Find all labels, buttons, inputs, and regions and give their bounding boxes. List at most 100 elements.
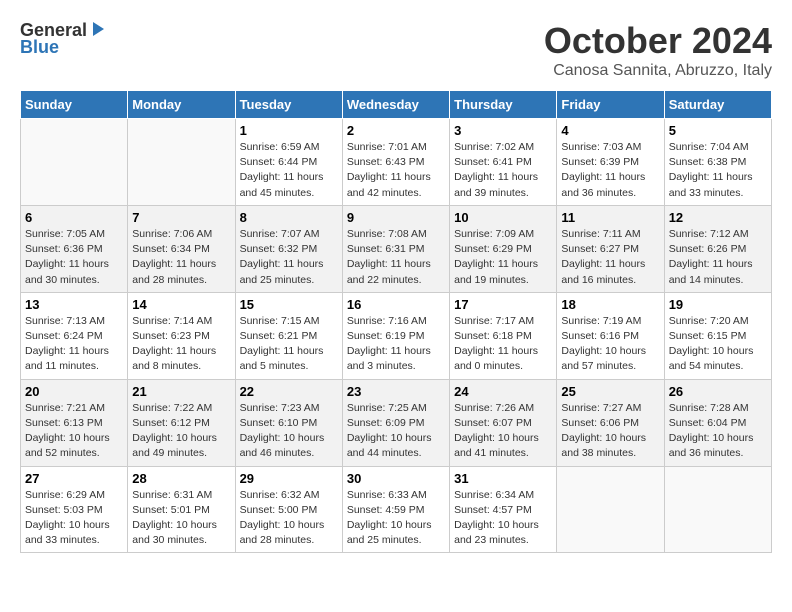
calendar-cell — [664, 466, 771, 553]
weekday-header-friday: Friday — [557, 91, 664, 119]
calendar-cell: 15 Sunrise: 7:15 AMSunset: 6:21 PMDayligh… — [235, 292, 342, 379]
day-number: 11 — [561, 210, 659, 225]
day-info: Sunrise: 7:03 AMSunset: 6:39 PMDaylight:… — [561, 140, 659, 201]
day-info: Sunrise: 7:19 AMSunset: 6:16 PMDaylight:… — [561, 314, 659, 375]
day-number: 10 — [454, 210, 552, 225]
calendar-cell: 24 Sunrise: 7:26 AMSunset: 6:07 PMDayligh… — [450, 379, 557, 466]
calendar-cell: 7 Sunrise: 7:06 AMSunset: 6:34 PMDaylight… — [128, 205, 235, 292]
day-info: Sunrise: 7:20 AMSunset: 6:15 PMDaylight:… — [669, 314, 767, 375]
calendar-cell: 10 Sunrise: 7:09 AMSunset: 6:29 PMDayligh… — [450, 205, 557, 292]
day-number: 5 — [669, 123, 767, 138]
calendar-cell: 31 Sunrise: 6:34 AMSunset: 4:57 PMDayligh… — [450, 466, 557, 553]
calendar-week-row: 1Sunrise: 6:59 AMSunset: 6:44 PMDaylight… — [21, 119, 772, 206]
day-info: Sunrise: 7:14 AMSunset: 6:23 PMDaylight:… — [132, 314, 230, 375]
day-number: 17 — [454, 297, 552, 312]
day-info: Sunrise: 6:32 AMSunset: 5:00 PMDaylight:… — [240, 488, 338, 549]
day-info: Sunrise: 7:04 AMSunset: 6:38 PMDaylight:… — [669, 140, 767, 201]
calendar-cell: 14 Sunrise: 7:14 AMSunset: 6:23 PMDayligh… — [128, 292, 235, 379]
day-info: Sunrise: 7:26 AMSunset: 6:07 PMDaylight:… — [454, 401, 552, 462]
day-number: 26 — [669, 384, 767, 399]
day-info: Sunrise: 6:34 AMSunset: 4:57 PMDaylight:… — [454, 488, 552, 549]
day-number: 20 — [25, 384, 123, 399]
calendar-week-row: 6Sunrise: 7:05 AMSunset: 6:36 PMDaylight… — [21, 205, 772, 292]
calendar-cell — [128, 119, 235, 206]
day-info: Sunrise: 6:29 AMSunset: 5:03 PMDaylight:… — [25, 488, 123, 549]
day-number: 22 — [240, 384, 338, 399]
day-info: Sunrise: 7:28 AMSunset: 6:04 PMDaylight:… — [669, 401, 767, 462]
day-number: 9 — [347, 210, 445, 225]
day-info: Sunrise: 7:07 AMSunset: 6:32 PMDaylight:… — [240, 227, 338, 288]
day-number: 18 — [561, 297, 659, 312]
calendar-cell: 13Sunrise: 7:13 AMSunset: 6:24 PMDayligh… — [21, 292, 128, 379]
calendar-cell: 2 Sunrise: 7:01 AMSunset: 6:43 PMDaylight… — [342, 119, 449, 206]
day-info: Sunrise: 7:06 AMSunset: 6:34 PMDaylight:… — [132, 227, 230, 288]
day-number: 12 — [669, 210, 767, 225]
day-number: 4 — [561, 123, 659, 138]
calendar-cell: 22 Sunrise: 7:23 AMSunset: 6:10 PMDayligh… — [235, 379, 342, 466]
calendar-cell: 27 Sunrise: 6:29 AMSunset: 5:03 PMDayligh… — [21, 466, 128, 553]
weekday-header-wednesday: Wednesday — [342, 91, 449, 119]
day-info: Sunrise: 7:13 AMSunset: 6:24 PMDaylight:… — [25, 314, 123, 375]
day-number: 25 — [561, 384, 659, 399]
calendar-cell: 12 Sunrise: 7:12 AMSunset: 6:26 PMDayligh… — [664, 205, 771, 292]
day-info: Sunrise: 6:33 AMSunset: 4:59 PMDaylight:… — [347, 488, 445, 549]
calendar-week-row: 20 Sunrise: 7:21 AMSunset: 6:13 PMDayligh… — [21, 379, 772, 466]
day-number: 19 — [669, 297, 767, 312]
calendar-cell: 21 Sunrise: 7:22 AMSunset: 6:12 PMDayligh… — [128, 379, 235, 466]
day-info: Sunrise: 7:21 AMSunset: 6:13 PMDaylight:… — [25, 401, 123, 462]
calendar-cell: 26 Sunrise: 7:28 AMSunset: 6:04 PMDayligh… — [664, 379, 771, 466]
weekday-header-row: SundayMondayTuesdayWednesdayThursdayFrid… — [21, 91, 772, 119]
calendar-cell: 28Sunrise: 6:31 AMSunset: 5:01 PMDayligh… — [128, 466, 235, 553]
day-number: 16 — [347, 297, 445, 312]
day-number: 21 — [132, 384, 230, 399]
day-info: Sunrise: 7:05 AMSunset: 6:36 PMDaylight:… — [25, 227, 123, 288]
day-info: Sunrise: 7:27 AMSunset: 6:06 PMDaylight:… — [561, 401, 659, 462]
calendar-cell: 5 Sunrise: 7:04 AMSunset: 6:38 PMDaylight… — [664, 119, 771, 206]
calendar-cell — [21, 119, 128, 206]
day-number: 8 — [240, 210, 338, 225]
calendar-cell: 6Sunrise: 7:05 AMSunset: 6:36 PMDaylight… — [21, 205, 128, 292]
day-info: Sunrise: 7:09 AMSunset: 6:29 PMDaylight:… — [454, 227, 552, 288]
day-info: Sunrise: 7:08 AMSunset: 6:31 PMDaylight:… — [347, 227, 445, 288]
day-number: 31 — [454, 471, 552, 486]
calendar-cell: 29Sunrise: 6:32 AMSunset: 5:00 PMDayligh… — [235, 466, 342, 553]
day-number: 2 — [347, 123, 445, 138]
calendar-cell: 17 Sunrise: 7:17 AMSunset: 6:18 PMDayligh… — [450, 292, 557, 379]
weekday-header-thursday: Thursday — [450, 91, 557, 119]
day-info: Sunrise: 7:15 AMSunset: 6:21 PMDaylight:… — [240, 314, 338, 375]
day-number: 23 — [347, 384, 445, 399]
calendar-week-row: 27 Sunrise: 6:29 AMSunset: 5:03 PMDayligh… — [21, 466, 772, 553]
title-section: October 2024 Canosa Sannita, Abruzzo, It… — [544, 20, 772, 80]
calendar-cell: 19 Sunrise: 7:20 AMSunset: 6:15 PMDayligh… — [664, 292, 771, 379]
day-info: Sunrise: 7:23 AMSunset: 6:10 PMDaylight:… — [240, 401, 338, 462]
calendar-cell: 16Sunrise: 7:16 AMSunset: 6:19 PMDayligh… — [342, 292, 449, 379]
day-number: 24 — [454, 384, 552, 399]
calendar-cell: 3 Sunrise: 7:02 AMSunset: 6:41 PMDaylight… — [450, 119, 557, 206]
day-number: 1 — [240, 123, 338, 138]
calendar-table: SundayMondayTuesdayWednesdayThursdayFrid… — [20, 90, 772, 553]
calendar-body: 1Sunrise: 6:59 AMSunset: 6:44 PMDaylight… — [21, 119, 772, 553]
weekday-header-saturday: Saturday — [664, 91, 771, 119]
day-number: 15 — [240, 297, 338, 312]
weekday-header-sunday: Sunday — [21, 91, 128, 119]
day-info: Sunrise: 7:01 AMSunset: 6:43 PMDaylight:… — [347, 140, 445, 201]
day-number: 7 — [132, 210, 230, 225]
calendar-cell: 20 Sunrise: 7:21 AMSunset: 6:13 PMDayligh… — [21, 379, 128, 466]
location-subtitle: Canosa Sannita, Abruzzo, Italy — [544, 62, 772, 80]
calendar-cell: 25 Sunrise: 7:27 AMSunset: 6:06 PMDayligh… — [557, 379, 664, 466]
calendar-cell: 1Sunrise: 6:59 AMSunset: 6:44 PMDaylight… — [235, 119, 342, 206]
weekday-header-monday: Monday — [128, 91, 235, 119]
day-number: 27 — [25, 471, 123, 486]
day-info: Sunrise: 7:12 AMSunset: 6:26 PMDaylight:… — [669, 227, 767, 288]
day-info: Sunrise: 6:31 AMSunset: 5:01 PMDaylight:… — [132, 488, 230, 549]
logo-blue-text: Blue — [20, 37, 59, 58]
day-number: 30 — [347, 471, 445, 486]
day-info: Sunrise: 7:22 AMSunset: 6:12 PMDaylight:… — [132, 401, 230, 462]
calendar-cell — [557, 466, 664, 553]
day-info: Sunrise: 7:11 AMSunset: 6:27 PMDaylight:… — [561, 227, 659, 288]
day-number: 3 — [454, 123, 552, 138]
day-info: Sunrise: 7:02 AMSunset: 6:41 PMDaylight:… — [454, 140, 552, 201]
day-info: Sunrise: 7:17 AMSunset: 6:18 PMDaylight:… — [454, 314, 552, 375]
calendar-cell: 9 Sunrise: 7:08 AMSunset: 6:31 PMDaylight… — [342, 205, 449, 292]
day-number: 14 — [132, 297, 230, 312]
